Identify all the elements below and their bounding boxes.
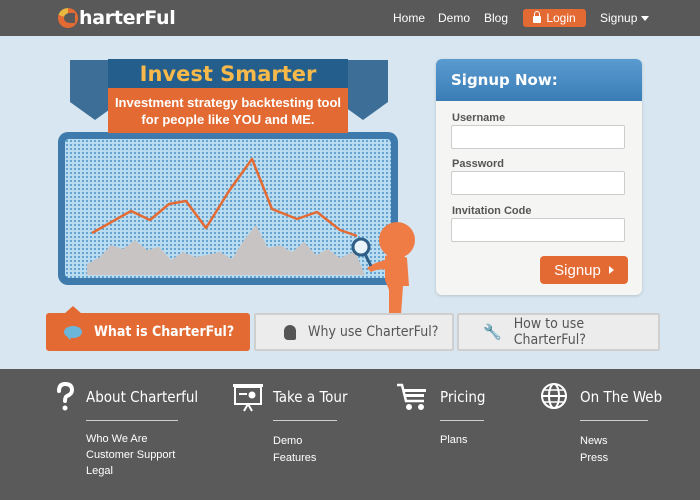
footer-link-features[interactable]: Features [273,452,316,464]
logo-pie-icon [58,8,78,28]
nav-signup-dropdown[interactable]: Signup [600,11,650,25]
signup-panel: Signup Now: Username Password Invitation… [436,59,642,295]
footer-link-demo[interactable]: Demo [273,435,302,447]
footer-divider [86,420,178,421]
username-label: Username [452,112,506,124]
hero-subtitle: Investment strategy backtesting tool for… [108,88,348,133]
hero-subtitle-line2: for people like YOU and ME. [141,112,315,127]
caret-down-icon [641,15,650,21]
hero-title: Invest Smarter [108,59,348,88]
signup-submit-button[interactable]: Signup [540,256,628,284]
nav-signup-label: Signup [600,11,638,25]
footer-divider [440,420,484,421]
tab-how-to-use-label: How to use CharterFul? [513,316,586,348]
password-input[interactable] [451,171,625,195]
login-label: Login [546,11,576,25]
footer-link-who-we-are[interactable]: Who We Are [86,433,148,445]
footer-about-heading: About Charterful [86,388,199,406]
signup-submit-label: Signup [554,261,601,279]
tab-why-use-label: Why use CharterFul? [308,324,439,340]
footer-pricing-heading: Pricing [440,388,486,406]
price-line [91,157,358,238]
magnifier-handle [363,253,373,267]
logo-text: harterFul [79,7,176,29]
question-icon [57,382,75,411]
nav-home-link[interactable]: Home [393,11,425,25]
presentation-icon [233,384,263,412]
mascot-body [385,254,409,315]
speech-bubble-icon [64,326,82,340]
footer-link-plans[interactable]: Plans [440,434,468,446]
footer-link-press[interactable]: Press [580,452,608,464]
footer-link-customer-support[interactable]: Customer Support [86,449,175,461]
tab-why-use[interactable]: Why use CharterFul? [254,313,454,351]
footer-link-news[interactable]: News [580,435,608,447]
invitation-code-label: Invitation Code [452,205,532,217]
login-button[interactable]: Login [523,9,586,27]
price-area [87,225,365,275]
magnifier-lens-icon [351,237,371,257]
footer-divider [273,420,337,421]
nav-demo-link[interactable]: Demo [438,11,470,25]
mascot-head [379,222,415,258]
lock-icon [533,11,542,23]
tab-what-is[interactable]: What is CharterFul? [46,313,250,351]
arrow-right-icon [608,266,614,274]
invitation-code-input[interactable] [451,218,625,242]
logo[interactable]: harterFul [58,6,176,30]
wrench-icon: 🔧 [483,323,502,341]
hero-subtitle-line1: Investment strategy backtesting tool [114,95,342,110]
tab-what-is-label: What is CharterFul? [94,324,235,340]
footer-divider [580,420,648,421]
footer-link-legal[interactable]: Legal [86,465,113,477]
signup-title: Signup Now: [436,59,642,101]
tab-how-to-use[interactable]: 🔧 How to use CharterFul? [457,313,660,351]
password-label: Password [452,158,504,170]
username-input[interactable] [451,125,625,149]
cart-icon [397,383,426,410]
footer-web-heading: On The Web [580,388,663,406]
mascot-magnifier-illustration [351,222,415,315]
nav-blog-link[interactable]: Blog [484,11,508,25]
head-profile-icon [284,324,296,340]
globe-icon [541,383,567,409]
illustration-chart [87,157,365,275]
top-nav: harterFul Home Demo Blog Login Signup [0,0,700,36]
footer-tour-heading: Take a Tour [273,388,348,406]
